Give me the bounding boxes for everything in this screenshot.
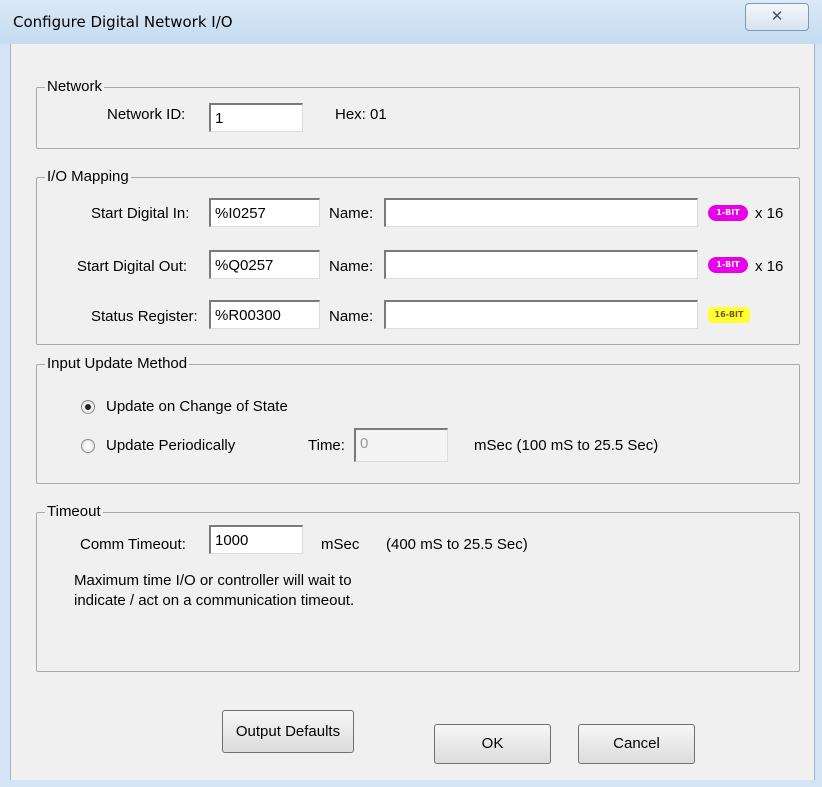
start-digital-out-label: Start Digital Out: [77, 258, 188, 275]
close-icon: ✕ [770, 7, 784, 25]
comm-timeout-range-hint: (400 mS to 25.5 Sec) [386, 536, 528, 553]
time-label: Time: [308, 437, 345, 454]
status-register-name-field[interactable] [384, 300, 698, 329]
output-defaults-button[interactable]: Output Defaults [222, 710, 354, 753]
status-register-label: Status Register: [91, 308, 198, 325]
window-title: Configure Digital Network I/O [13, 13, 233, 31]
update-on-change-label: Update on Change of State [106, 398, 288, 415]
start-digital-out-name-field[interactable] [384, 250, 698, 279]
timeout-group-label: Timeout [45, 503, 103, 520]
dialog-window: Configure Digital Network I/O ✕ Network … [0, 0, 822, 787]
start-digital-in-address-field[interactable]: %I0257 [209, 198, 320, 227]
radio-selected-dot-icon [85, 404, 91, 410]
io-mapping-group-label: I/O Mapping [45, 168, 131, 185]
network-id-label: Network ID: [107, 106, 186, 123]
comm-timeout-label: Comm Timeout: [80, 536, 186, 553]
network-id-field[interactable]: 1 [209, 103, 303, 132]
update-on-change-radio[interactable] [81, 400, 95, 414]
cancel-button[interactable]: Cancel [578, 724, 695, 764]
network-group-label: Network [45, 78, 105, 95]
update-periodically-radio[interactable] [81, 439, 95, 453]
start-digital-in-label: Start Digital In: [91, 205, 190, 222]
title-bar[interactable]: Configure Digital Network I/O ✕ [0, 0, 822, 44]
start-digital-in-multiplier: x 16 [755, 205, 784, 222]
network-hex-text: Hex: 01 [335, 106, 387, 123]
comm-timeout-field[interactable]: 1000 [209, 525, 303, 554]
timeout-description-line1: Maximum time I/O or controller will wait… [74, 572, 352, 589]
one-bit-badge-icon: 1-BIT [708, 205, 748, 221]
close-button[interactable]: ✕ [745, 3, 809, 31]
time-range-hint: mSec (100 mS to 25.5 Sec) [474, 437, 659, 454]
sixteen-bit-badge-icon: 16-BIT [708, 307, 750, 323]
start-digital-out-name-label: Name: [329, 258, 374, 275]
start-digital-in-name-field[interactable] [384, 198, 698, 227]
input-update-method-group-label: Input Update Method [45, 355, 190, 372]
start-digital-out-address-field[interactable]: %Q0257 [209, 250, 320, 279]
dialog-client-area: Network Network ID: 1 Hex: 01 I/O Mappin… [10, 44, 815, 780]
status-register-address-field[interactable]: %R00300 [209, 300, 320, 329]
comm-timeout-unit: mSec [321, 536, 360, 553]
start-digital-in-name-label: Name: [329, 205, 374, 222]
ok-button[interactable]: OK [434, 724, 551, 764]
timeout-description-line2: indicate / act on a communication timeou… [74, 592, 355, 609]
status-register-name-label: Name: [329, 308, 374, 325]
update-periodically-label: Update Periodically [106, 437, 236, 454]
time-field[interactable]: 0 [354, 428, 448, 462]
one-bit-badge-icon: 1-BIT [708, 257, 748, 273]
start-digital-out-multiplier: x 16 [755, 258, 784, 275]
input-update-method-group: Input Update Method [36, 355, 800, 484]
